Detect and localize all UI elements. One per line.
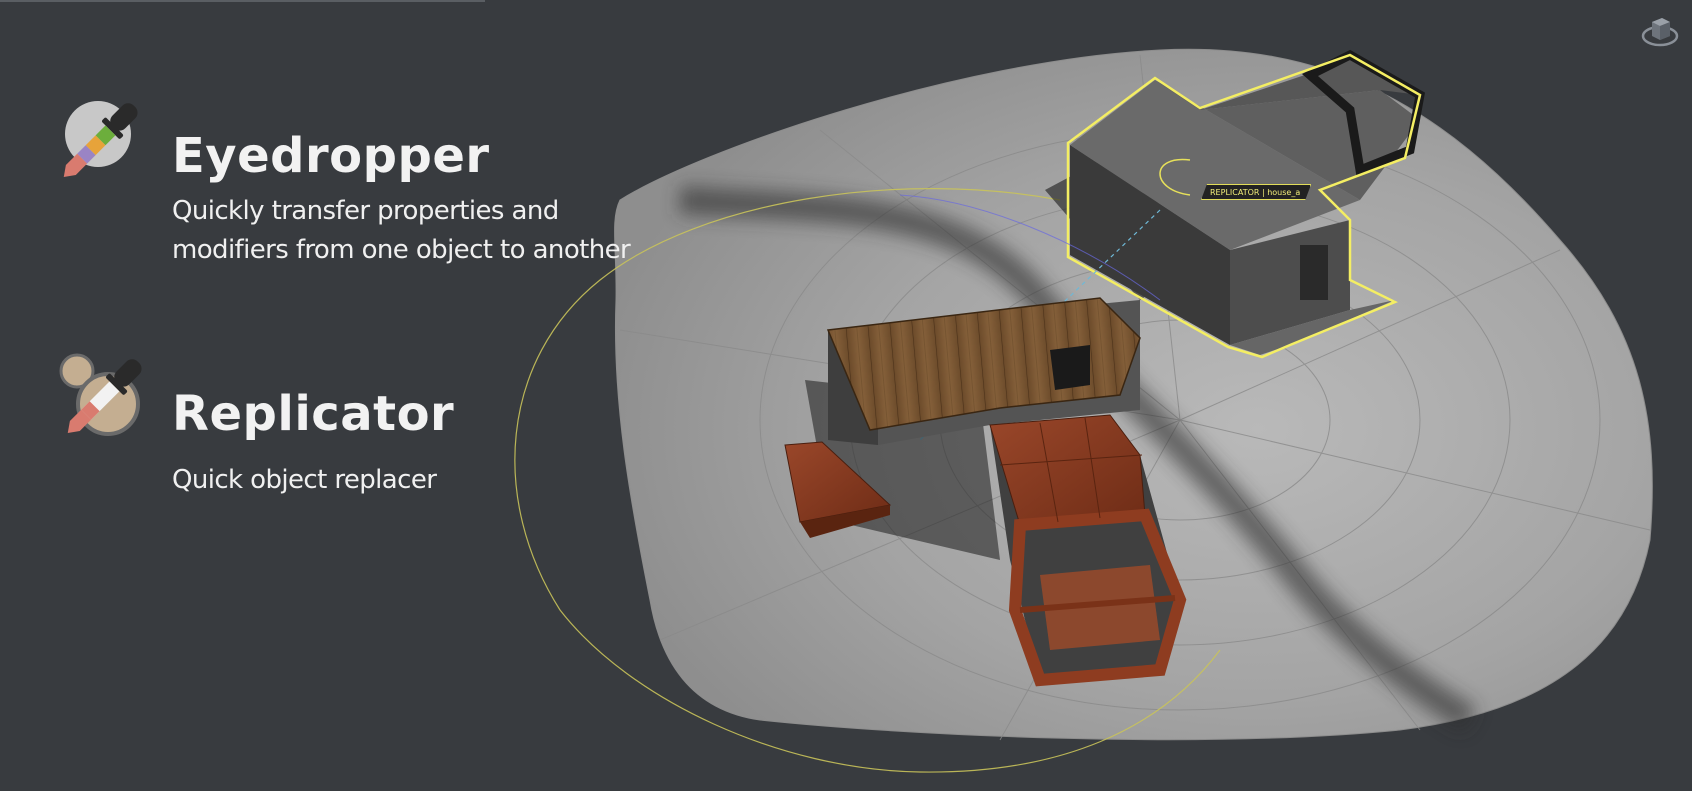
orbit-cube-icon[interactable] bbox=[1638, 12, 1682, 52]
replicator-object-tag: REPLICATOR | house_a bbox=[1201, 184, 1311, 200]
replicator-title: Replicator bbox=[172, 386, 455, 442]
replicator-icon bbox=[56, 352, 146, 442]
replicator-description: Quick object replacer bbox=[172, 465, 437, 495]
eyedropper-icon bbox=[52, 96, 142, 186]
eyedropper-description-line-2: modifiers from one object to another bbox=[172, 235, 631, 265]
eyedropper-title: Eyedropper bbox=[172, 128, 490, 184]
app-window: REPLICATOR | house_a Eyedropper Quickly … bbox=[0, 0, 1692, 791]
eyedropper-description-line-1: Quickly transfer properties and bbox=[172, 196, 559, 226]
